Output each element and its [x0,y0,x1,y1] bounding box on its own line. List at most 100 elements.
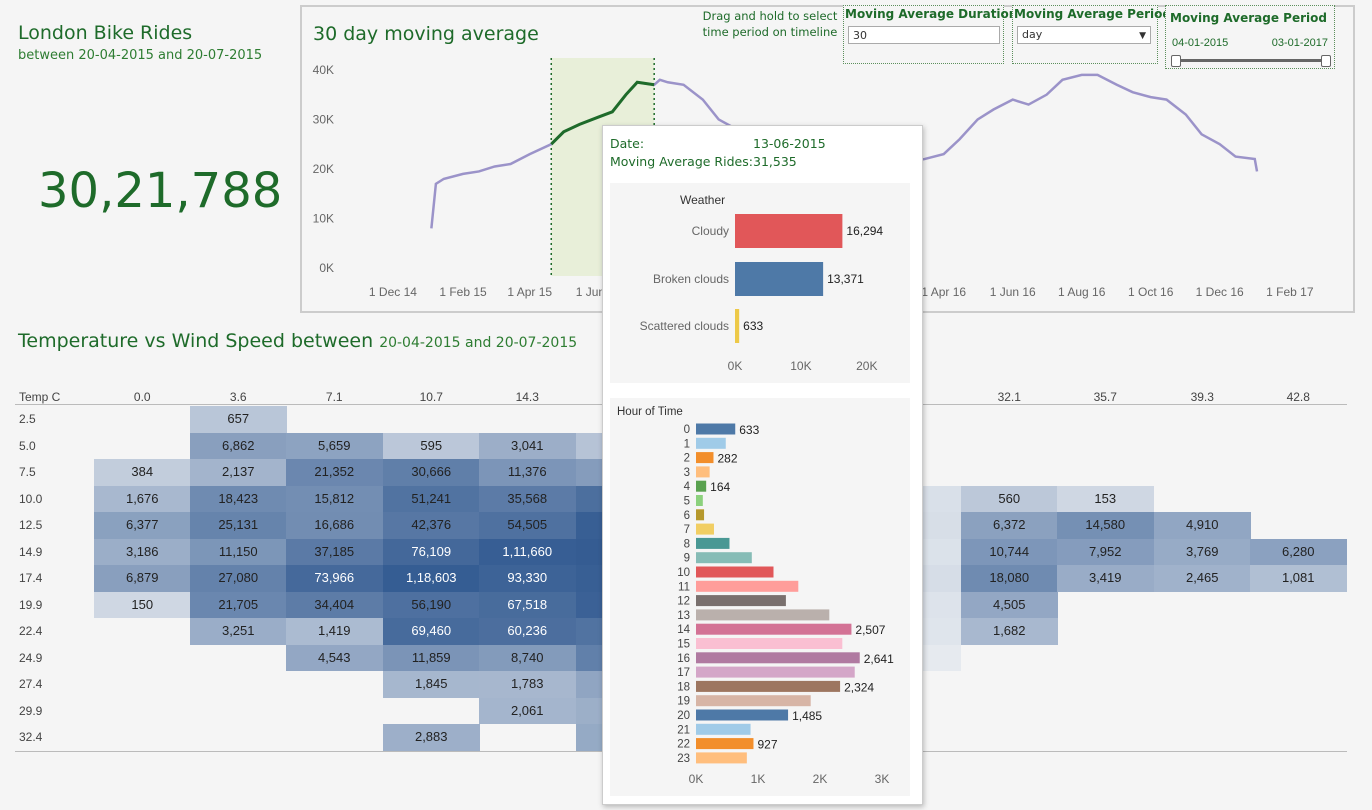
heatmap-cell[interactable] [1250,698,1347,725]
heatmap-cell[interactable] [961,459,1058,486]
heatmap-cell[interactable]: 6,377 [94,512,191,539]
heatmap-cell[interactable] [1154,724,1251,751]
heatmap-cell[interactable] [479,406,576,433]
hour-bar[interactable] [696,666,855,678]
heatmap-cell[interactable]: 150 [94,591,191,618]
heatmap-cell[interactable]: 25,131 [190,512,287,539]
heatmap-cell[interactable] [1057,698,1154,725]
heatmap-cell[interactable]: 18,423 [190,485,287,512]
heatmap-cell[interactable] [94,698,191,725]
heatmap-cell[interactable]: 1,419 [286,618,383,645]
heatmap-cell[interactable]: 11,376 [479,459,576,486]
heatmap-cell[interactable] [1057,618,1154,645]
heatmap-cell[interactable] [1154,671,1251,698]
heatmap-cell[interactable]: 60,236 [479,618,576,645]
heatmap-cell[interactable]: 56,190 [383,591,480,618]
heatmap-cell[interactable] [94,671,191,698]
heatmap-cell[interactable] [961,645,1058,672]
heatmap-cell[interactable] [190,724,287,751]
heatmap-cell[interactable] [1057,671,1154,698]
heatmap-cell[interactable] [1250,512,1347,539]
heatmap-cell[interactable]: 3,769 [1154,538,1251,565]
hour-bar[interactable] [696,723,751,735]
heatmap-cell[interactable] [961,724,1058,751]
heatmap-cell[interactable]: 51,241 [383,485,480,512]
heatmap-cell[interactable]: 35,568 [479,485,576,512]
heatmap-cell[interactable]: 1,081 [1250,565,1347,592]
heatmap-cell[interactable] [1250,592,1347,619]
heatmap-cell[interactable] [383,406,480,433]
heatmap-cell[interactable]: 3,186 [94,538,191,565]
heatmap-cell[interactable]: 153 [1057,485,1154,512]
ma-period-select[interactable]: day ▼ [1017,26,1151,44]
heatmap-cell[interactable] [961,433,1058,460]
heatmap-cell[interactable]: 54,505 [479,512,576,539]
heatmap-cell[interactable] [1057,724,1154,751]
hour-bar[interactable] [696,609,830,621]
heatmap-cell[interactable]: 4,505 [961,591,1058,618]
heatmap-cell[interactable]: 1,676 [94,485,191,512]
heatmap-cell[interactable] [286,698,383,725]
hour-bar[interactable] [696,709,789,721]
heatmap-cell[interactable] [1250,406,1347,433]
heatmap-cell[interactable]: 10,744 [961,538,1058,565]
heatmap-cell[interactable]: 37,185 [286,538,383,565]
heatmap-cell[interactable]: 2,061 [479,697,576,724]
hour-bar[interactable] [696,580,799,592]
heatmap-cell[interactable] [1154,406,1251,433]
weather-bar-chart[interactable]: Cloudy 16,294 Broken clouds 13,371 Scattered… [610,183,910,383]
heatmap-cell[interactable]: 1,845 [383,671,480,698]
heatmap-cell[interactable]: 595 [383,432,480,459]
heatmap-cell[interactable] [1057,592,1154,619]
heatmap-cell[interactable]: 7,952 [1057,538,1154,565]
heatmap-cell[interactable]: 6,862 [190,432,287,459]
weather-bar[interactable] [735,262,824,296]
heatmap-cell[interactable] [479,724,576,751]
heatmap-cell[interactable] [94,406,191,433]
hour-bar[interactable] [696,509,705,521]
hour-bar[interactable] [696,480,707,492]
hour-bar[interactable] [696,466,710,478]
heatmap-cell[interactable]: 67,518 [479,591,576,618]
heatmap-cell[interactable] [1250,671,1347,698]
range-slider-end-handle[interactable] [1321,55,1331,67]
heatmap-cell[interactable] [1057,433,1154,460]
range-slider-start-handle[interactable] [1171,55,1181,67]
hour-bar[interactable] [696,423,736,435]
weather-bar[interactable] [735,214,843,248]
hour-bar[interactable] [696,437,726,449]
heatmap-cell[interactable]: 76,109 [383,538,480,565]
heatmap-cell[interactable]: 11,150 [190,538,287,565]
heatmap-cell[interactable] [1250,459,1347,486]
heatmap-cell[interactable] [190,671,287,698]
heatmap-cell[interactable] [1250,618,1347,645]
heatmap-cell[interactable]: 2,137 [190,459,287,486]
heatmap-cell[interactable]: 11,859 [383,644,480,671]
heatmap-cell[interactable]: 21,705 [190,591,287,618]
heatmap-cell[interactable]: 560 [961,485,1058,512]
heatmap-cell[interactable] [1057,406,1154,433]
heatmap-cell[interactable]: 18,080 [961,565,1058,592]
heatmap-cell[interactable] [1154,645,1251,672]
heatmap-cell[interactable] [1250,433,1347,460]
heatmap-cell[interactable] [961,698,1058,725]
heatmap-cell[interactable]: 4,543 [286,644,383,671]
heatmap-cell[interactable]: 1,11,660 [479,538,576,565]
range-slider-track[interactable] [1176,59,1326,62]
heatmap-cell[interactable]: 2,883 [383,724,480,751]
hour-bar[interactable] [696,652,860,664]
heatmap-cell[interactable] [1250,486,1347,513]
heatmap-cell[interactable]: 1,783 [479,671,576,698]
heatmap-cell[interactable]: 384 [94,459,191,486]
weather-bar[interactable] [735,309,740,343]
hour-bar[interactable] [696,738,754,750]
heatmap-cell[interactable] [961,406,1058,433]
heatmap-cell[interactable] [1154,459,1251,486]
heatmap-cell[interactable] [190,645,287,672]
heatmap-cell[interactable] [1154,433,1251,460]
hour-bar[interactable] [696,552,752,564]
heatmap-cell[interactable] [94,645,191,672]
heatmap-cell[interactable]: 2,465 [1154,565,1251,592]
heatmap-cell[interactable]: 657 [190,406,287,433]
heatmap-cell[interactable] [1057,645,1154,672]
